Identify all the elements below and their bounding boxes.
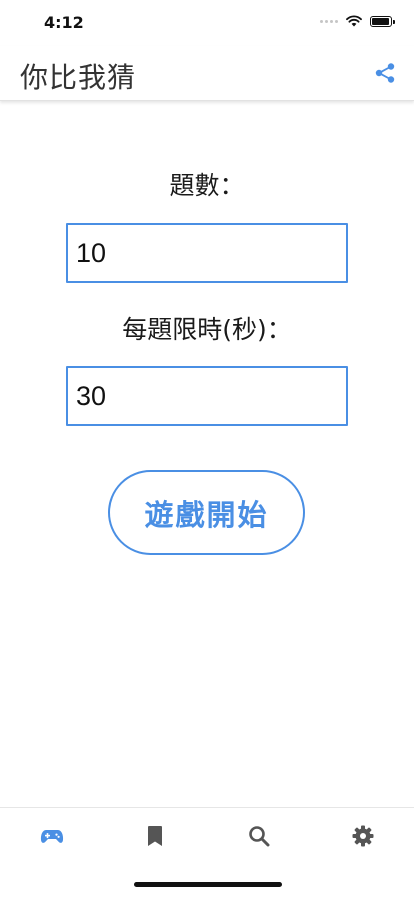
bookmark-icon	[148, 826, 162, 846]
status-bar: 4:12	[0, 0, 414, 46]
app-header: 你比我猜	[0, 46, 414, 101]
start-game-button[interactable]: 遊戲開始	[108, 470, 305, 555]
search-icon	[249, 826, 270, 847]
status-indicators	[320, 15, 395, 27]
time-limit-label: 每題限時(秒)：	[122, 315, 292, 344]
wifi-icon	[346, 15, 362, 27]
gear-icon	[352, 825, 374, 847]
tab-bookmarks[interactable]	[143, 824, 167, 848]
battery-icon	[370, 15, 395, 27]
tab-search[interactable]	[247, 824, 271, 848]
status-time: 4:12	[44, 13, 84, 32]
tab-game[interactable]	[40, 824, 64, 848]
question-count-label: 題數：	[169, 171, 245, 200]
home-indicator	[134, 882, 282, 887]
question-count-input[interactable]	[66, 223, 348, 283]
page-title: 你比我猜	[20, 61, 137, 94]
tab-settings[interactable]	[351, 824, 375, 848]
signal-icon	[320, 19, 338, 23]
share-icon[interactable]	[374, 62, 396, 84]
gamepad-icon	[40, 830, 64, 843]
time-limit-input[interactable]	[66, 366, 348, 426]
